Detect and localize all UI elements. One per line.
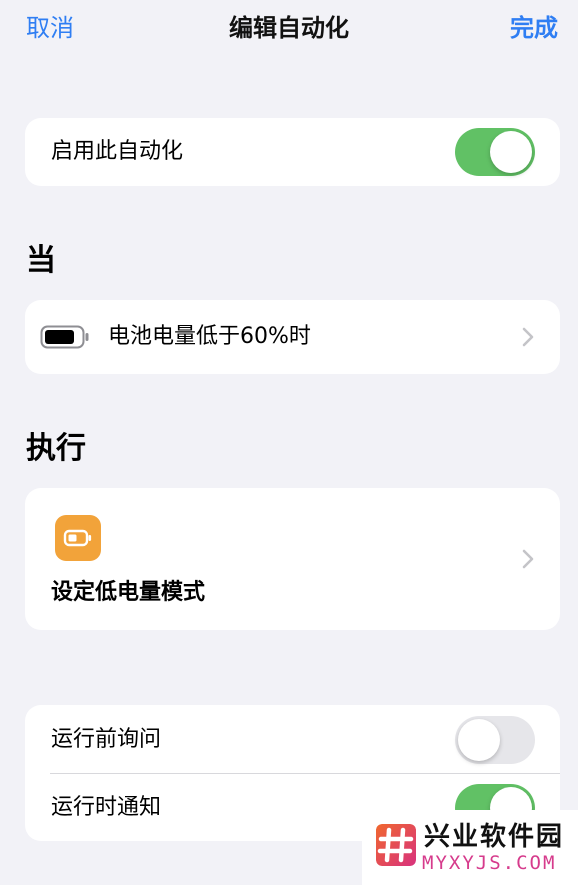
done-button[interactable]: 完成 xyxy=(510,12,558,44)
action-label: 设定低电量模式 xyxy=(51,580,206,605)
chevron-right-icon xyxy=(522,327,534,347)
navigation-bar: 取消 编辑自动化 完成 xyxy=(0,0,578,58)
do-section-title: 执行 xyxy=(26,431,86,466)
watermark-logo-icon xyxy=(376,824,416,866)
enable-automation-toggle[interactable] xyxy=(455,128,535,176)
chevron-right-icon xyxy=(522,549,534,569)
watermark-domain: MYXYJS.COM xyxy=(422,852,557,874)
enable-automation-label: 启用此自动化 xyxy=(51,139,184,164)
battery-icon xyxy=(40,325,90,349)
page-title: 编辑自动化 xyxy=(229,14,349,42)
watermark: 兴业软件园 MYXYJS.COM xyxy=(362,810,578,885)
notify-when-run-label: 运行时通知 xyxy=(51,795,162,820)
watermark-name: 兴业软件园 xyxy=(424,822,565,852)
trigger-label: 电池电量低于60%时 xyxy=(108,324,311,349)
ask-before-running-label: 运行前询问 xyxy=(51,727,162,752)
row-divider xyxy=(50,773,560,774)
when-section-title: 当 xyxy=(26,243,56,278)
toggle-knob xyxy=(490,131,532,173)
enable-automation-card: 启用此自动化 xyxy=(25,118,560,186)
low-power-mode-icon xyxy=(55,515,101,561)
action-card[interactable]: 设定低电量模式 xyxy=(25,488,560,630)
trigger-row[interactable]: 电池电量低于60%时 xyxy=(25,300,560,374)
ask-before-running-toggle[interactable] xyxy=(455,716,535,764)
toggle-knob xyxy=(458,719,500,761)
